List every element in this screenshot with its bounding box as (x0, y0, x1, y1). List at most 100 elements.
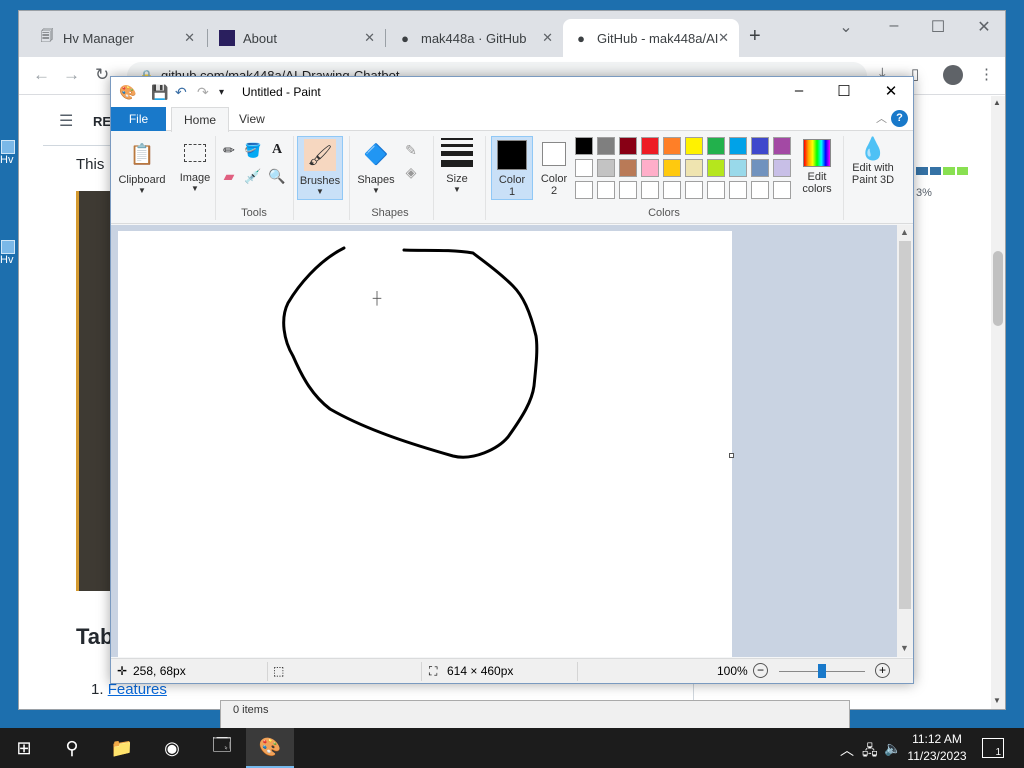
color2-button[interactable]: Color 2 (533, 136, 575, 200)
save-icon[interactable]: 💾 (151, 84, 168, 101)
palette-swatch[interactable] (575, 181, 593, 199)
scroll-up-icon[interactable]: ▲ (993, 98, 1001, 107)
brushes-button[interactable]: 🖌 Brushes ▼ (297, 136, 343, 200)
text-icon[interactable]: A (267, 140, 287, 160)
palette-swatch[interactable] (729, 181, 747, 199)
resize-handle[interactable] (729, 453, 734, 458)
palette-swatch[interactable] (619, 137, 637, 155)
profile-avatar[interactable] (943, 65, 963, 85)
edit-colors-button[interactable]: Edit colors (795, 136, 839, 200)
fill-icon[interactable]: 🪣 (243, 140, 263, 160)
eraser-icon[interactable]: ▰ (219, 166, 239, 186)
palette-swatch[interactable] (707, 137, 725, 155)
tab-github-repo[interactable]: ● GitHub - mak448a/AI- ✕ (563, 19, 739, 57)
color1-button[interactable]: Color 1 (491, 136, 533, 200)
minimize-button[interactable]: – (779, 82, 819, 99)
palette-swatch[interactable] (773, 181, 791, 199)
palette-swatch[interactable] (751, 181, 769, 199)
pencil-icon[interactable]: ✏ (219, 140, 239, 160)
tab-view[interactable]: View (227, 107, 277, 131)
palette-swatch[interactable] (729, 137, 747, 155)
palette-swatch[interactable] (707, 181, 725, 199)
palette-swatch[interactable] (641, 159, 659, 177)
readme-video-thumbnail[interactable] (76, 191, 112, 591)
forward-button[interactable]: → (63, 65, 80, 85)
palette-swatch[interactable] (685, 181, 703, 199)
menu-icon[interactable]: ⋮ (979, 65, 994, 83)
zoom-slider-thumb[interactable] (818, 664, 826, 678)
file-explorer-icon[interactable]: 📁 (98, 728, 146, 768)
desktop-icon-hv-2[interactable]: Hv (0, 240, 16, 276)
show-hidden-icons[interactable]: ︿ (840, 740, 854, 760)
palette-swatch[interactable] (751, 137, 769, 155)
palette-swatch[interactable] (685, 137, 703, 155)
notification-center-icon[interactable]: 1 (982, 738, 1004, 758)
file-menu[interactable]: File (111, 107, 166, 131)
desktop-icon-hv-1[interactable]: Hv (0, 140, 16, 176)
shape-fill-icon[interactable]: ◈ (401, 162, 421, 182)
palette-swatch[interactable] (619, 159, 637, 177)
palette-swatch[interactable] (575, 137, 593, 155)
tab-about[interactable]: About ✕ (209, 19, 385, 57)
outline-icon[interactable]: ✎ (401, 140, 421, 160)
scroll-thumb[interactable] (899, 241, 911, 609)
minimize-button[interactable]: – (879, 17, 909, 35)
list-icon[interactable]: ☰ (59, 111, 73, 131)
palette-swatch[interactable] (597, 137, 615, 155)
palette-swatch[interactable] (707, 159, 725, 177)
palette-swatch[interactable] (575, 159, 593, 177)
close-icon[interactable]: ✕ (542, 30, 553, 46)
clipboard-button[interactable]: 📋 Clipboard ▼ (115, 136, 169, 200)
tab-home[interactable]: Home (171, 107, 230, 132)
paint-app-icon[interactable]: 🎨 (119, 84, 136, 101)
maximize-button[interactable]: ☐ (824, 82, 864, 100)
close-icon[interactable]: ✕ (718, 30, 729, 46)
tab-github-profile[interactable]: ● mak448a · GitHub ✕ (387, 19, 563, 57)
palette-swatch[interactable] (663, 159, 681, 177)
palette-swatch[interactable] (729, 159, 747, 177)
canvas-scrollbar[interactable]: ▲ ▼ (897, 225, 913, 657)
start-button[interactable]: ⊞ (0, 728, 48, 768)
close-icon[interactable]: ✕ (184, 30, 195, 46)
tab-search-icon[interactable]: ⌄ (831, 17, 861, 37)
zoom-in-button[interactable]: + (875, 663, 890, 678)
back-button[interactable]: ← (33, 65, 50, 85)
palette-swatch[interactable] (597, 181, 615, 199)
image-button[interactable]: Image ▼ (173, 136, 217, 200)
scroll-down-icon[interactable]: ▼ (900, 643, 909, 653)
redo-icon[interactable]: ↷ (197, 84, 209, 101)
maximize-button[interactable]: ☐ (923, 17, 953, 37)
close-window-button[interactable]: ✕ (969, 17, 999, 37)
volume-icon[interactable]: 🔈 (884, 740, 901, 757)
page-scrollbar[interactable]: ▲ ▼ (991, 96, 1005, 709)
undo-icon[interactable]: ↶ (175, 84, 187, 101)
scroll-down-icon[interactable]: ▼ (993, 696, 1001, 705)
hv-manager-taskbar-icon[interactable]: 🗔 (198, 728, 246, 768)
tab-hv-manager[interactable]: 🗐 Hv Manager ✕ (29, 19, 205, 57)
drawing-canvas[interactable]: ┼ (118, 231, 732, 657)
close-button[interactable]: ✕ (871, 82, 911, 100)
color-picker-icon[interactable]: 💉 (243, 166, 263, 186)
network-icon[interactable]: 🖧 (862, 740, 878, 764)
palette-swatch[interactable] (663, 181, 681, 199)
new-tab-button[interactable]: + (749, 25, 761, 48)
palette-swatch[interactable] (773, 159, 791, 177)
zoom-out-button[interactable]: − (753, 663, 768, 678)
palette-swatch[interactable] (619, 181, 637, 199)
search-icon[interactable]: ⚲ (48, 728, 96, 768)
minimize-ribbon-icon[interactable]: ︿ (876, 110, 887, 126)
help-icon[interactable]: ? (891, 110, 908, 127)
paint-taskbar-icon[interactable]: 🎨 (246, 728, 294, 768)
scroll-thumb[interactable] (993, 251, 1003, 326)
palette-swatch[interactable] (685, 159, 703, 177)
reload-button[interactable]: ↻ (95, 65, 109, 85)
chrome-icon[interactable]: ◉ (148, 728, 196, 768)
edit-with-paint3d-button[interactable]: 💧 Edit with Paint 3D (847, 136, 899, 200)
palette-swatch[interactable] (641, 137, 659, 155)
palette-swatch[interactable] (773, 137, 791, 155)
palette-swatch[interactable] (641, 181, 659, 199)
size-button[interactable]: Size ▼ (437, 136, 477, 200)
customize-qat-icon[interactable]: ▾ (219, 87, 224, 98)
magnifier-icon[interactable]: 🔍 (267, 166, 287, 186)
palette-swatch[interactable] (597, 159, 615, 177)
